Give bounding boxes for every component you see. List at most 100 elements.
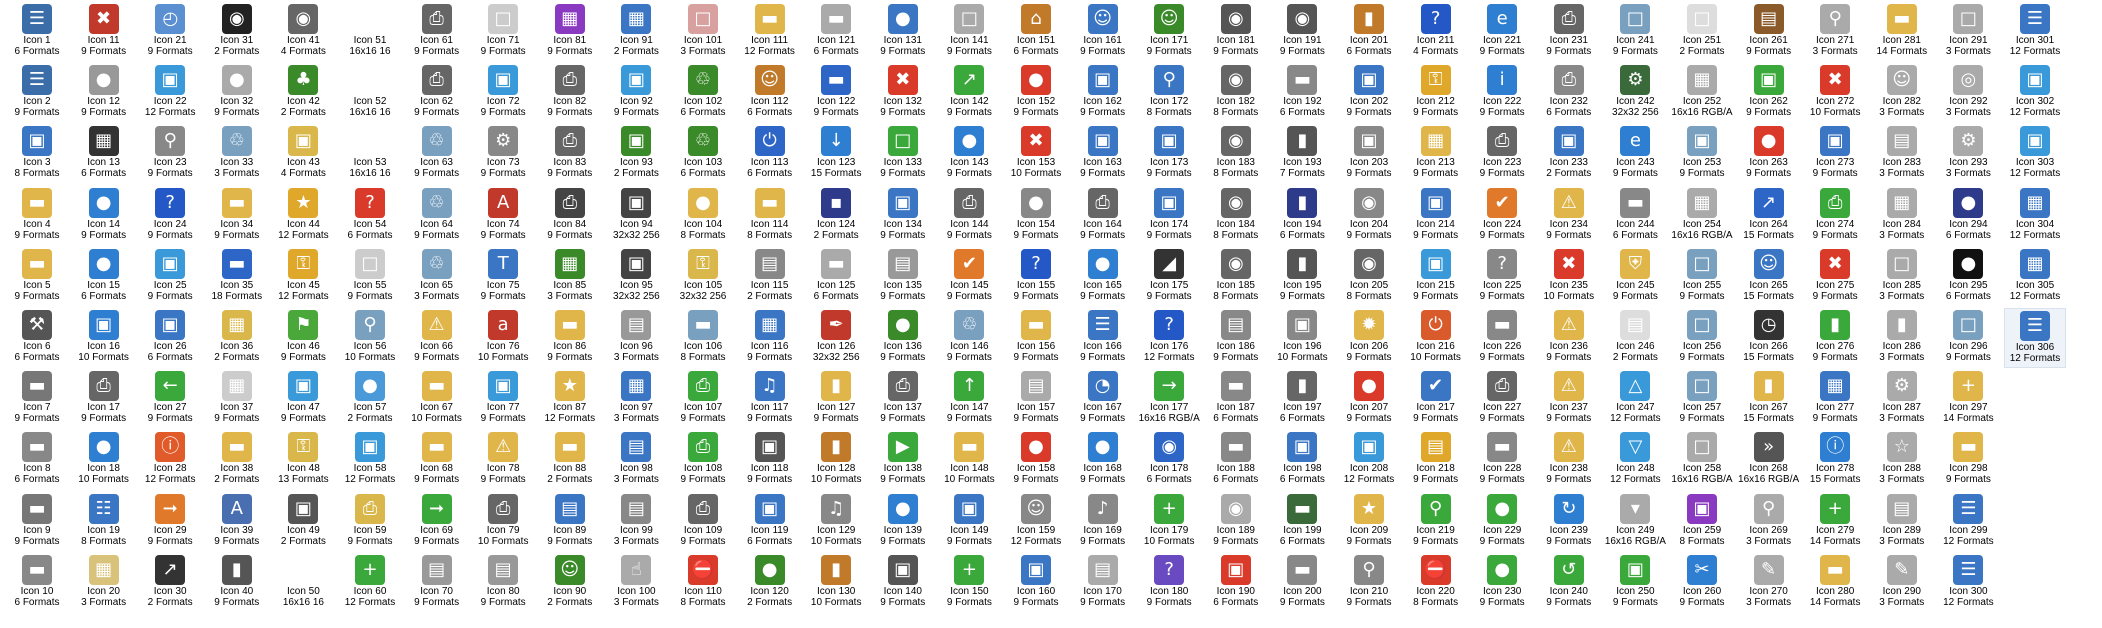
icon-item[interactable]: ← Icon 27 9 Formats xyxy=(139,369,201,429)
icon-item[interactable]: ▽ Icon 248 12 Formats xyxy=(1604,430,1666,490)
icon-item[interactable]: ● Icon 18 10 Formats xyxy=(73,430,135,490)
icon-item[interactable]: ▬ Icon 226 9 Formats xyxy=(1471,308,1533,368)
icon-item[interactable]: ◉ Icon 183 8 Formats xyxy=(1205,124,1267,184)
icon-item[interactable]: □ Icon 256 9 Formats xyxy=(1671,308,1733,368)
icon-item[interactable]: ↻ Icon 239 9 Formats xyxy=(1538,492,1600,552)
icon-item[interactable]: ◢ Icon 175 9 Formats xyxy=(1138,247,1200,307)
icon-item[interactable]: ▣ Icon 72 9 Formats xyxy=(472,63,534,123)
icon-item[interactable]: ▣ Icon 93 2 Formats xyxy=(605,124,667,184)
icon-item[interactable]: ▬ Icon 156 9 Formats xyxy=(1005,308,1067,368)
icon-item[interactable]: ↑ Icon 147 9 Formats xyxy=(938,369,1000,429)
icon-item[interactable]: ▣ Icon 119 6 Formats xyxy=(739,492,801,552)
icon-item[interactable]: □ Icon 258 16x16 RGB/A xyxy=(1671,430,1733,490)
icon-item[interactable]: ▤ Icon 96 3 Formats xyxy=(605,308,667,368)
icon-item[interactable]: ◉ Icon 205 8 Formats xyxy=(1338,247,1400,307)
icon-item[interactable]: ➞ Icon 29 9 Formats xyxy=(139,492,201,552)
icon-item[interactable]: ☺ Icon 112 6 Formats xyxy=(739,63,801,123)
icon-item[interactable]: ▬ Icon 187 6 Formats xyxy=(1205,369,1267,429)
icon-item[interactable]: ◉ Icon 189 9 Formats xyxy=(1205,492,1267,552)
icon-item[interactable]: ? Icon 180 9 Formats xyxy=(1138,553,1200,613)
icon-item[interactable]: ▤ Icon 170 9 Formats xyxy=(1072,553,1134,613)
icon-item[interactable]: ● Icon 136 9 Formats xyxy=(872,308,934,368)
icon-item[interactable]: ▣ Icon 95 32x32 256 xyxy=(605,247,667,307)
icon-item[interactable]: ▦ Icon 37 9 Formats xyxy=(206,369,268,429)
icon-item[interactable]: · Icon 50 16x16 16 xyxy=(272,553,334,613)
icon-item[interactable]: ● Icon 14 9 Formats xyxy=(73,186,135,246)
icon-item[interactable]: ▤ Icon 157 9 Formats xyxy=(1005,369,1067,429)
icon-item[interactable]: □ Icon 251 2 Formats xyxy=(1671,2,1733,62)
icon-item[interactable]: ▤ Icon 99 3 Formats xyxy=(605,492,667,552)
icon-item[interactable]: ⎙ Icon 223 9 Formats xyxy=(1471,124,1533,184)
icon-item[interactable]: ● Icon 168 9 Formats xyxy=(1072,430,1134,490)
icon-item[interactable]: ▤ Icon 89 9 Formats xyxy=(539,492,601,552)
icon-item[interactable]: □ Icon 133 9 Formats xyxy=(872,124,934,184)
icon-item[interactable]: ◷ Icon 266 15 Formats xyxy=(1738,308,1800,368)
icon-item[interactable]: ⚲ Icon 172 8 Formats xyxy=(1138,63,1200,123)
icon-item[interactable]: ◉ Icon 185 8 Formats xyxy=(1205,247,1267,307)
icon-item[interactable]: ☺ Icon 161 9 Formats xyxy=(1072,2,1134,62)
icon-item[interactable]: ▣ Icon 214 9 Formats xyxy=(1405,186,1467,246)
icon-item[interactable]: ✖ Icon 235 10 Formats xyxy=(1538,247,1600,307)
icon-item[interactable]: ● Icon 143 9 Formats xyxy=(938,124,1000,184)
icon-item[interactable]: ⚿ Icon 212 9 Formats xyxy=(1405,63,1467,123)
icon-item[interactable]: ✔ Icon 145 9 Formats xyxy=(938,247,1000,307)
icon-item[interactable]: ⎙ Icon 59 9 Formats xyxy=(339,492,401,552)
icon-item[interactable]: ⎙ Icon 137 9 Formats xyxy=(872,369,934,429)
icon-item[interactable]: ▬ Icon 148 10 Formats xyxy=(938,430,1000,490)
icon-item[interactable]: △ Icon 247 12 Formats xyxy=(1604,369,1666,429)
icon-item[interactable]: ⚿ Icon 105 32x32 256 xyxy=(672,247,734,307)
icon-item[interactable]: ▬ Icon 86 Formats xyxy=(6,430,68,490)
icon-item[interactable]: ▮ Icon 127 9 Formats xyxy=(805,369,867,429)
icon-item[interactable]: ● Icon 139 9 Formats xyxy=(872,492,934,552)
icon-item[interactable]: ⚲ Icon 271 3 Formats xyxy=(1804,2,1866,62)
icon-item[interactable]: ♫ Icon 117 9 Formats xyxy=(739,369,801,429)
icon-item[interactable]: ▤ Icon 70 9 Formats xyxy=(406,553,468,613)
icon-item[interactable]: ⚿ Icon 45 12 Formats xyxy=(272,247,334,307)
icon-item[interactable]: ◉ Icon 204 9 Formats xyxy=(1338,186,1400,246)
icon-item[interactable]: □ Icon 71 9 Formats xyxy=(472,2,534,62)
icon-item[interactable]: ● Icon 295 6 Formats xyxy=(1937,247,1999,307)
icon-item[interactable]: ▣ Icon 250 9 Formats xyxy=(1604,553,1666,613)
icon-item[interactable]: ⚠ Icon 234 9 Formats xyxy=(1538,186,1600,246)
icon-item[interactable]: □ Icon 55 9 Formats xyxy=(339,247,401,307)
icon-item[interactable]: ⚒ Icon 66 Formats xyxy=(6,308,68,368)
icon-item[interactable]: a Icon 76 10 Formats xyxy=(472,308,534,368)
icon-item[interactable]: ▬ Icon 59 Formats xyxy=(6,247,68,307)
icon-item[interactable]: ▦ Icon 252 16x16 RGB/A xyxy=(1671,63,1733,123)
icon-item[interactable]: ▤ Icon 135 9 Formats xyxy=(872,247,934,307)
icon-item[interactable]: ☰ Icon 306 12 Formats xyxy=(2004,308,2066,368)
icon-item[interactable]: ⎙ Icon 164 9 Formats xyxy=(1072,186,1134,246)
icon-item[interactable]: ⚠ Icon 236 9 Formats xyxy=(1538,308,1600,368)
icon-item[interactable]: ▬ Icon 244 6 Formats xyxy=(1604,186,1666,246)
icon-item[interactable]: ☰ Icon 166 9 Formats xyxy=(1072,308,1134,368)
icon-item[interactable]: ▮ Icon 128 10 Formats xyxy=(805,430,867,490)
icon-item[interactable]: ▬ Icon 121 6 Formats xyxy=(805,2,867,62)
icon-item[interactable]: ▣ Icon 273 9 Formats xyxy=(1804,124,1866,184)
icon-item[interactable]: → Icon 177 16x16 RGB/A xyxy=(1138,369,1200,429)
icon-item[interactable]: ☰ Icon 299 12 Formats xyxy=(1937,492,1999,552)
icon-item[interactable]: ● Icon 263 9 Formats xyxy=(1738,124,1800,184)
icon-item[interactable]: ▣ Icon 25 9 Formats xyxy=(139,247,201,307)
icon-item[interactable]: ▤ Icon 289 3 Formats xyxy=(1871,492,1933,552)
icon-item[interactable]: ⎙ Icon 84 9 Formats xyxy=(539,186,601,246)
icon-item[interactable]: ▶ Icon 138 9 Formats xyxy=(872,430,934,490)
icon-item[interactable]: ➞ Icon 69 9 Formats xyxy=(406,492,468,552)
icon-item[interactable]: ▣ Icon 202 9 Formats xyxy=(1338,63,1400,123)
icon-item[interactable]: ☰ Icon 301 12 Formats xyxy=(2004,2,2066,62)
icon-item[interactable]: ⏻ Icon 216 10 Formats xyxy=(1405,308,1467,368)
icon-item[interactable]: ● Icon 294 6 Formats xyxy=(1937,186,1999,246)
icon-item[interactable]: ✔ Icon 217 9 Formats xyxy=(1405,369,1467,429)
icon-item[interactable]: ▬ Icon 49 Formats xyxy=(6,186,68,246)
icon-item[interactable]: ⌂ Icon 151 6 Formats xyxy=(1005,2,1067,62)
icon-item[interactable]: ▤ Icon 283 3 Formats xyxy=(1871,124,1933,184)
icon-item[interactable]: ▣ Icon 174 9 Formats xyxy=(1138,186,1200,246)
icon-item[interactable]: ▬ Icon 281 14 Formats xyxy=(1871,2,1933,62)
icon-item[interactable]: ⎙ Icon 227 9 Formats xyxy=(1471,369,1533,429)
icon-item[interactable]: ⛨ Icon 245 9 Formats xyxy=(1604,247,1666,307)
icon-item[interactable]: ▣ Icon 134 9 Formats xyxy=(872,186,934,246)
icon-item[interactable]: ▣ Icon 149 9 Formats xyxy=(938,492,1000,552)
icon-item[interactable]: ◉ Icon 31 2 Formats xyxy=(206,2,268,62)
icon-item[interactable]: ✎ Icon 290 3 Formats xyxy=(1871,553,1933,613)
icon-item[interactable]: ● Icon 229 9 Formats xyxy=(1471,492,1533,552)
icon-item[interactable]: ◉ Icon 191 9 Formats xyxy=(1271,2,1333,62)
